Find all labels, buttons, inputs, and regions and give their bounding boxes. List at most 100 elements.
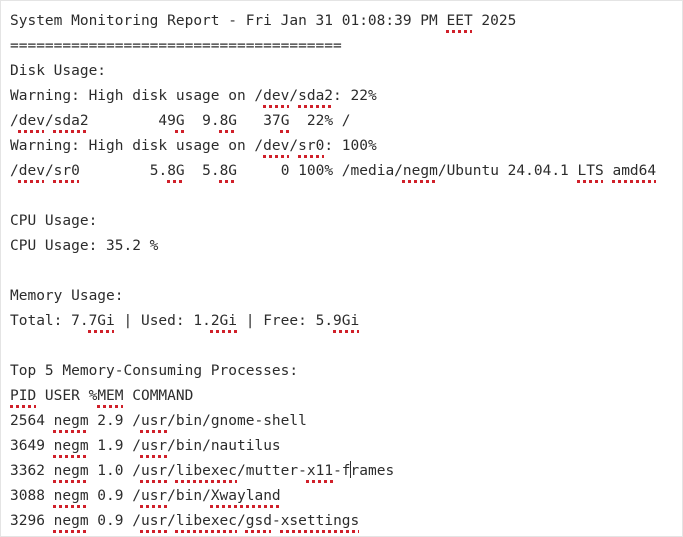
text-segment: /bin/nautilus	[167, 438, 281, 454]
misspelled-word[interactable]: G	[176, 113, 185, 129]
text-line[interactable]: PID USER %MEM COMMAND	[10, 384, 676, 409]
text-segment: 2.9 /	[88, 413, 141, 429]
text-segment: 3088	[10, 488, 54, 504]
text-segment: 0.9 /	[88, 513, 141, 529]
text-line[interactable]: 2564 negm 2.9 /usr/bin/gnome-shell	[10, 409, 676, 434]
text-line[interactable]: /dev/sda2 49G 9.8G 37G 22% /	[10, 109, 676, 134]
text-line[interactable]: Top 5 Memory-Consuming Processes:	[10, 359, 676, 384]
text-line[interactable]: /dev/sr0 5.8G 5.8G 0 100% /media/negm/Ub…	[10, 159, 676, 184]
text-segment: Warning: High disk usage on /	[10, 88, 264, 104]
text-line[interactable]: 3362 negm 1.0 /usr/libexec/mutter-x11-fr…	[10, 459, 676, 484]
text-line[interactable]: System Monitoring Report - Fri Jan 31 01…	[10, 9, 676, 34]
misspelled-word[interactable]: dev	[263, 88, 289, 104]
text-editor-area[interactable]: System Monitoring Report - Fri Jan 31 01…	[10, 9, 676, 534]
misspelled-word[interactable]: 9Gi	[333, 313, 359, 329]
misspelled-word[interactable]: dev	[19, 163, 45, 179]
misspelled-word[interactable]: negm	[54, 463, 89, 479]
misspelled-word[interactable]: usr	[141, 413, 167, 429]
misspelled-word[interactable]: EET	[447, 13, 473, 29]
text-line[interactable]: Disk Usage:	[10, 59, 676, 84]
misspelled-word[interactable]: usr	[141, 488, 167, 504]
text-segment: /	[289, 138, 299, 154]
text-line[interactable]: Warning: High disk usage on /dev/sr0: 10…	[10, 134, 676, 159]
misspelled-word[interactable]: MEM	[97, 388, 123, 404]
text-segment: : 22%	[333, 88, 377, 104]
text-segment: 1.0 /	[88, 463, 141, 479]
misspelled-word[interactable]: libexec	[176, 463, 237, 479]
text-segment: 22% /	[289, 113, 351, 129]
text-line[interactable]: Memory Usage:	[10, 284, 676, 309]
misspelled-word[interactable]: x11	[307, 463, 333, 479]
misspelled-word[interactable]: Xwayland	[211, 488, 281, 504]
misspelled-word[interactable]: amd64	[612, 163, 656, 179]
text-segment: 2564	[10, 413, 54, 429]
text-segment: /	[10, 163, 19, 179]
misspelled-word[interactable]: negm	[54, 513, 89, 529]
misspelled-word[interactable]: usr	[141, 463, 167, 479]
text-line[interactable]	[10, 259, 676, 284]
misspelled-word[interactable]: gsd	[246, 513, 272, 529]
text-segment: /	[10, 113, 19, 129]
text-segment: -f	[333, 463, 351, 479]
text-segment: /	[167, 463, 176, 479]
misspelled-word[interactable]: negm	[403, 163, 438, 179]
text-segment: /	[44, 113, 54, 129]
text-line[interactable]: 3088 negm 0.9 /usr/bin/Xwayland	[10, 484, 676, 509]
text-segment: 3362	[10, 463, 54, 479]
misspelled-word[interactable]: dev	[263, 138, 289, 154]
misspelled-word[interactable]: PID	[10, 388, 36, 404]
text-line[interactable]: 3649 negm 1.9 /usr/bin/nautilus	[10, 434, 676, 459]
text-segment: 9.	[184, 113, 220, 129]
text-segment: /	[44, 163, 54, 179]
misspelled-word[interactable]: sda2	[298, 88, 333, 104]
text-segment: Warning: High disk usage on /	[10, 138, 264, 154]
misspelled-word[interactable]: libexec	[176, 513, 237, 529]
misspelled-word[interactable]: xsettings	[281, 513, 360, 529]
misspelled-word[interactable]: sr0	[54, 163, 80, 179]
misspelled-word[interactable]: 8G	[220, 163, 237, 179]
misspelled-word[interactable]: 8G	[220, 113, 237, 129]
misspelled-word[interactable]: LTS	[578, 163, 604, 179]
text-segment: -	[271, 513, 281, 529]
text-segment: USER %	[36, 388, 98, 404]
text-segment: rames	[350, 463, 395, 479]
text-line[interactable]: CPU Usage:	[10, 209, 676, 234]
misspelled-word[interactable]: usr	[141, 438, 167, 454]
text-line[interactable]: 3296 negm 0.9 /usr/libexec/gsd-xsettings	[10, 509, 676, 534]
text-line[interactable]: Warning: High disk usage on /dev/sda2: 2…	[10, 84, 676, 109]
text-segment: /	[237, 513, 246, 529]
text-segment: | Used: 1.	[114, 313, 211, 329]
text-segment: /	[167, 513, 176, 529]
text-segment: 5.	[184, 163, 220, 179]
misspelled-word[interactable]: negm	[54, 413, 89, 429]
text-line[interactable]: Total: 7.7Gi | Used: 1.2Gi | Free: 5.9Gi	[10, 309, 676, 334]
text-line[interactable]	[10, 334, 676, 359]
text-segment: : 100%	[324, 138, 377, 154]
text-segment: /	[289, 88, 299, 104]
text-segment: System Monitoring Report - Fri Jan 31 01…	[10, 13, 447, 29]
misspelled-word[interactable]: sr0	[298, 138, 324, 154]
text-segment: Total: 7.	[10, 313, 89, 329]
misspelled-word[interactable]: usr	[141, 513, 167, 529]
text-editor-window: System Monitoring Report - Fri Jan 31 01…	[0, 0, 683, 537]
text-line[interactable]	[10, 184, 676, 209]
text-segment: Disk Usage:	[10, 63, 107, 79]
text-segment: 2025	[472, 13, 517, 29]
text-segment: /mutter-	[237, 463, 307, 479]
text-segment: Memory Usage:	[10, 288, 124, 304]
text-segment: CPU Usage: 35.2 %	[10, 238, 159, 254]
misspelled-word[interactable]: dev	[19, 113, 45, 129]
misspelled-word[interactable]: negm	[54, 488, 89, 504]
misspelled-word[interactable]: 7Gi	[89, 313, 115, 329]
text-segment: 37	[237, 113, 281, 129]
text-line[interactable]: ======================================	[10, 34, 676, 59]
misspelled-word[interactable]: 2Gi	[211, 313, 237, 329]
misspelled-word[interactable]: 8G	[167, 163, 184, 179]
text-segment: 1.9 /	[88, 438, 141, 454]
misspelled-word[interactable]: negm	[54, 438, 89, 454]
text-segment: 0 100% /media/	[237, 163, 403, 179]
text-segment: 5.	[79, 163, 168, 179]
text-line[interactable]: CPU Usage: 35.2 %	[10, 234, 676, 259]
text-segment: 49	[88, 113, 176, 129]
misspelled-word[interactable]: sda2	[54, 113, 89, 129]
